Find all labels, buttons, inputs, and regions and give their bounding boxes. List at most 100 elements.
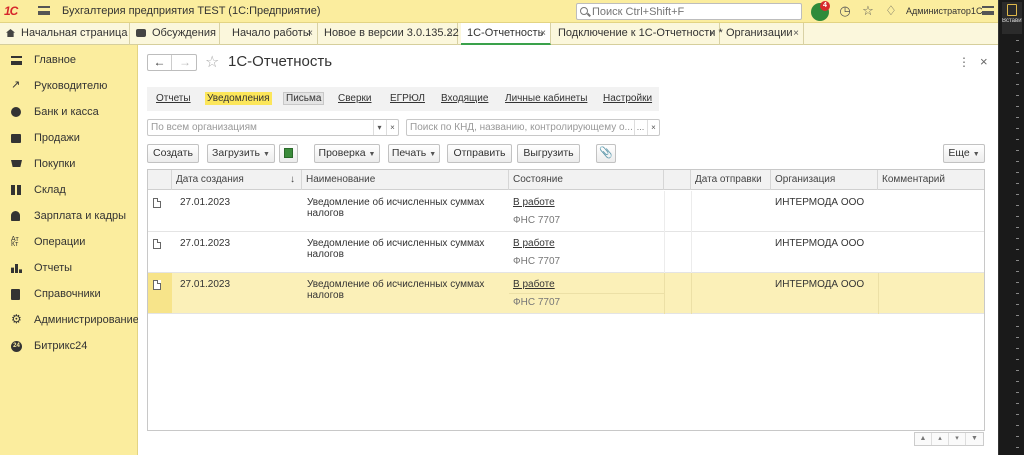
close-tab-icon[interactable]: × <box>447 23 453 44</box>
cell-status-link[interactable]: В работе <box>513 238 555 249</box>
print-button[interactable]: Печать ▼ <box>388 144 440 163</box>
close-tab-icon[interactable]: × <box>307 23 313 44</box>
cell-name-line2: налогов <box>307 249 344 260</box>
tab-label: Обсуждения <box>152 27 216 39</box>
subtab-reports[interactable]: Отчеты <box>156 93 191 104</box>
subtab-notifications[interactable]: Уведомления <box>205 92 272 105</box>
row-selection-marker <box>148 273 172 313</box>
dropdown-arrow-icon[interactable]: ▾ <box>373 120 385 135</box>
cell-divider <box>664 232 665 273</box>
nav-salary[interactable]: Зарплата и кадры <box>0 203 138 229</box>
cell-organization: ИНТЕРМОДА ООО <box>775 279 865 290</box>
cell-divider <box>691 232 692 273</box>
tab-getting-started[interactable]: Начало работы × <box>220 23 318 45</box>
column-header-date[interactable]: Дата создания ↓ <box>172 170 302 190</box>
nav-warehouse[interactable]: Склад <box>0 177 138 203</box>
close-tab-icon[interactable]: × <box>709 23 715 44</box>
first-page-icon[interactable]: ▲ <box>915 433 932 445</box>
cell-status-link[interactable]: В работе <box>513 279 555 290</box>
subtab-settings[interactable]: Настройки <box>603 93 652 104</box>
print-button-label: Печать <box>391 147 427 159</box>
nav-director[interactable]: ↗ Руководителю <box>0 73 138 99</box>
paste-label: Вставить <box>1002 18 1022 24</box>
subtab-reconciliations[interactable]: Сверки <box>338 93 372 104</box>
history-icon[interactable]: ◷ <box>838 4 852 18</box>
clear-icon[interactable]: × <box>386 120 398 135</box>
cell-date: 27.01.2023 <box>180 197 231 208</box>
prev-page-icon[interactable]: ▴ <box>932 433 949 445</box>
more-button[interactable]: Еще ▼ <box>943 144 985 163</box>
column-header-send-date[interactable]: Дата отправки <box>691 170 771 190</box>
current-user[interactable]: Администратор1С <box>906 6 982 16</box>
table-row[interactable]: 27.01.2023 Уведомление об исчисленных су… <box>148 191 984 232</box>
nav-reports[interactable]: Отчеты <box>0 255 138 281</box>
organization-filter[interactable]: По всем организациям ▾ × <box>147 119 399 136</box>
back-arrow-icon[interactable]: ← <box>148 55 172 70</box>
column-header-blank <box>664 170 691 190</box>
table-row[interactable]: 27.01.2023 Уведомление об исчисленных су… <box>148 232 984 273</box>
send-button[interactable]: Отправить <box>447 144 512 163</box>
forward-arrow-icon[interactable]: → <box>173 55 197 70</box>
document-search-field[interactable]: Поиск по КНД, названию, контролирующему … <box>406 119 660 136</box>
nav-bank[interactable]: Банк и касса <box>0 99 138 125</box>
column-header-status[interactable]: Состояние <box>509 170 664 190</box>
nav-label: Банк и касса <box>34 106 99 118</box>
column-header-name[interactable]: Наименование <box>302 170 509 190</box>
column-header-organization[interactable]: Организация <box>771 170 878 190</box>
tab-discussions[interactable]: Обсуждения <box>130 23 220 45</box>
create-button[interactable]: Создать <box>147 144 199 163</box>
select-ellipsis-icon[interactable]: … <box>634 120 646 135</box>
subtab-egrul[interactable]: ЕГРЮЛ <box>390 93 425 104</box>
attachment-button[interactable]: 📎 <box>596 144 616 163</box>
bell-icon[interactable]: ♢ <box>884 4 898 18</box>
nav-label: Зарплата и кадры <box>34 210 127 222</box>
global-search-input[interactable] <box>592 5 797 18</box>
settings-menu-icon[interactable] <box>982 6 994 15</box>
table-row-selected[interactable]: 27.01.2023 Уведомление об исчисленных су… <box>148 273 984 314</box>
warehouse-icon <box>11 185 22 195</box>
nav-label: Справочники <box>34 288 101 300</box>
close-tab-icon[interactable]: × <box>540 23 546 44</box>
nav-main[interactable]: Главное <box>0 47 138 73</box>
favorite-star-icon[interactable]: ☆ <box>205 52 219 72</box>
close-form-icon[interactable]: × <box>980 54 988 69</box>
load-button[interactable]: Загрузить ▼ <box>207 144 275 163</box>
tab-connect-reporting[interactable]: Подключение к 1С-Отчетности * × <box>552 23 723 45</box>
more-vertical-icon[interactable]: ⋮ <box>958 55 970 69</box>
last-page-icon[interactable]: ▼ <box>966 433 983 445</box>
global-search[interactable] <box>576 3 802 20</box>
nav-sales[interactable]: Продажи <box>0 125 138 151</box>
cart-icon <box>11 160 22 167</box>
favorites-star-icon[interactable]: ☆ <box>861 4 875 18</box>
column-header-comment[interactable]: Комментарий <box>878 170 984 190</box>
document-icon <box>153 198 161 208</box>
nav-label: Продажи <box>34 132 80 144</box>
bitrix-icon: 24 <box>11 341 22 352</box>
nav-label: Операции <box>34 236 86 248</box>
subtab-incoming[interactable]: Входящие <box>441 93 488 104</box>
close-tab-icon[interactable]: × <box>793 23 799 44</box>
subtab-letters[interactable]: Письма <box>283 92 325 105</box>
nav-purchases[interactable]: Покупки <box>0 151 138 177</box>
cell-organization: ИНТЕРМОДА ООО <box>775 238 865 249</box>
nav-administration[interactable]: ⚙ Администрирование <box>0 307 139 333</box>
more-button-label: Еще <box>948 147 970 159</box>
excel-upload-button[interactable] <box>279 144 298 163</box>
tab-home[interactable]: Начальная страница <box>0 23 130 45</box>
sections-panel: Главное ↗ Руководителю Банк и касса Прод… <box>0 45 139 455</box>
subtab-personal-accounts[interactable]: Личные кабинеты <box>505 93 587 104</box>
tab-organizations[interactable]: Организации × <box>720 23 804 45</box>
main-menu-icon[interactable] <box>38 6 50 15</box>
nav-operations[interactable]: Ат Кт Операции <box>0 229 138 255</box>
clear-icon[interactable]: × <box>647 120 659 135</box>
next-page-icon[interactable]: ▾ <box>949 433 966 445</box>
form-area: ← → ☆ 1С-Отчетность ⋮ × Отчеты Уведомлен… <box>138 45 998 455</box>
cell-status-link[interactable]: В работе <box>513 197 555 208</box>
tab-1c-reporting[interactable]: 1С-Отчетность × <box>461 23 551 45</box>
export-button[interactable]: Выгрузить <box>517 144 580 163</box>
tab-whats-new[interactable]: Новое в версии 3.0.135.22 × <box>318 23 459 45</box>
check-button[interactable]: Проверка ▼ <box>314 144 380 163</box>
paste-button[interactable]: Вставить <box>1002 2 1022 34</box>
nav-bitrix24[interactable]: 24 Битрикс24 <box>0 333 138 359</box>
nav-directories[interactable]: Справочники <box>0 281 138 307</box>
